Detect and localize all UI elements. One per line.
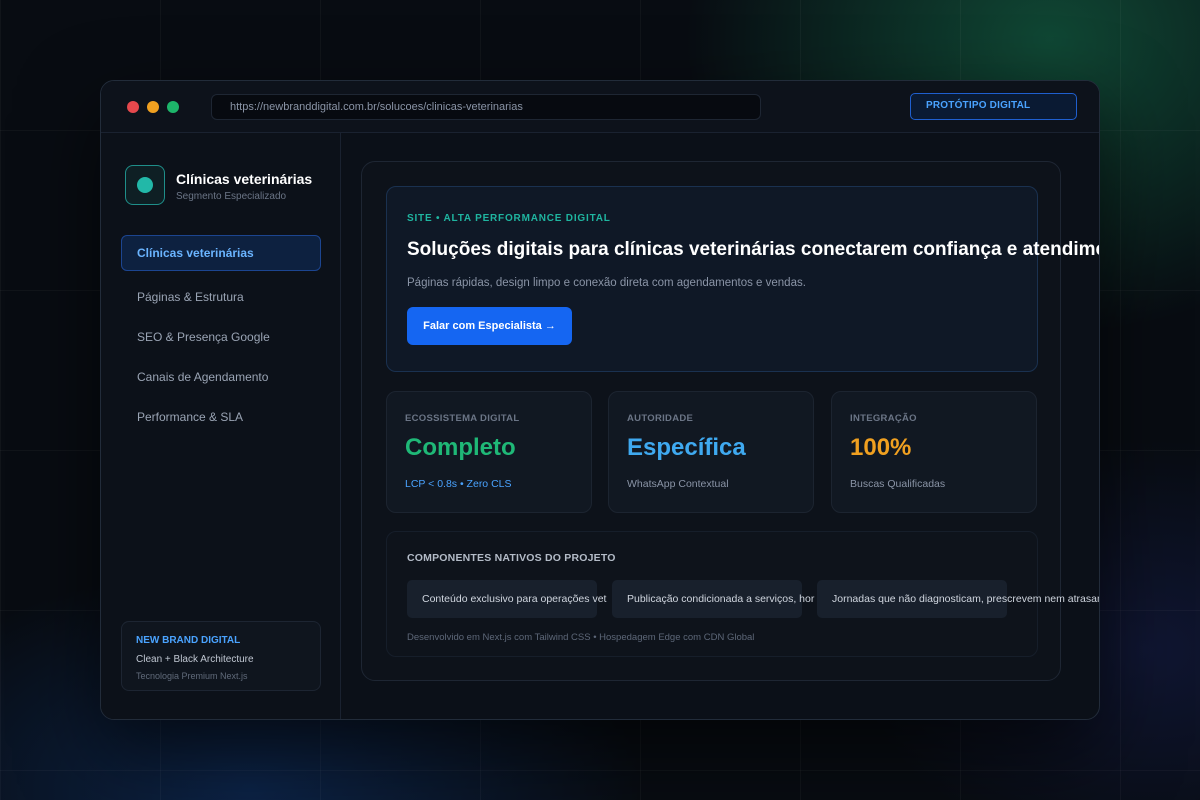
stat-subtext: LCP < 0.8s • Zero CLS: [405, 478, 512, 490]
hero-card: SITE • ALTA PERFORMANCE DIGITAL Soluções…: [386, 186, 1099, 372]
hero-eyebrow: SITE • ALTA PERFORMANCE DIGITAL: [407, 213, 611, 224]
stat-label: INTEGRAÇÃO: [850, 413, 917, 424]
stat-card-integracao: INTEGRAÇÃO 100% Buscas Qualificadas: [831, 391, 1037, 513]
sidebar-item-performance[interactable]: Performance & SLA: [121, 399, 321, 435]
stat-subtext: Buscas Qualificadas: [850, 478, 946, 490]
stat-card-autoridade: AUTORIDADE Específica WhatsApp Contextua…: [608, 391, 814, 513]
browser-window: https://newbranddigital.com.br/solucoes/…: [100, 80, 1100, 720]
brand-subtitle: Segmento Especializado: [176, 191, 287, 202]
stat-value: 100%: [850, 434, 912, 461]
brand-card-line1: Clean + Black Architecture: [136, 654, 254, 665]
brand-info-card: NEW BRAND DIGITAL Clean + Black Architec…: [121, 621, 321, 691]
main-panel: SITE • ALTA PERFORMANCE DIGITAL Soluções…: [361, 161, 1099, 681]
sidebar-item-clinicas[interactable]: Clínicas veterinárias: [121, 235, 321, 271]
tech-footer-note: Desenvolvido em Next.js com Tailwind CSS…: [407, 632, 755, 643]
brand-card-line2: Tecnologia Premium Next.js: [136, 671, 248, 681]
components-section: COMPONENTES NATIVOS DO PROJETO Conteúdo …: [386, 531, 1099, 657]
component-chip: Conteúdo exclusivo para operações vet: [407, 580, 606, 618]
brand-card-title: NEW BRAND DIGITAL: [136, 635, 241, 646]
prototype-badge: PROTÓTIPO DIGITAL: [910, 93, 1077, 120]
browser-titlebar: https://newbranddigital.com.br/solucoes/…: [101, 81, 1099, 133]
hero-title: Soluções digitais para clínicas veteriná…: [407, 239, 1100, 260]
brand-title: Clínicas veterinárias: [176, 171, 313, 187]
close-window-dot[interactable]: [127, 101, 139, 113]
stat-value: Específica: [627, 434, 746, 461]
stat-subtext: WhatsApp Contextual: [627, 478, 729, 490]
contact-specialist-button[interactable]: Falar com Especialista →: [407, 307, 572, 345]
sidebar-item-paginas[interactable]: Páginas & Estrutura: [121, 279, 321, 315]
sidebar-item-agendamento[interactable]: Canais de Agendamento: [121, 359, 321, 395]
stat-label: AUTORIDADE: [627, 413, 694, 424]
components-title: COMPONENTES NATIVOS DO PROJETO: [407, 552, 616, 564]
component-chip: Publicação condicionada a serviços, hor: [612, 580, 814, 618]
maximize-window-dot[interactable]: [167, 101, 179, 113]
minimize-window-dot[interactable]: [147, 101, 159, 113]
stat-label: ECOSSISTEMA DIGITAL: [405, 413, 520, 424]
stat-value: Completo: [405, 434, 516, 461]
hero-description: Páginas rápidas, design limpo e conexão …: [407, 277, 806, 289]
sidebar: Clínicas veterinárias Segmento Especiali…: [101, 133, 341, 719]
address-bar[interactable]: https://newbranddigital.com.br/solucoes/…: [211, 94, 761, 120]
stat-card-ecossistema: ECOSSISTEMA DIGITAL Completo LCP < 0.8s …: [386, 391, 592, 513]
brand-logo-icon: [125, 165, 165, 205]
component-chip: Jornadas que não diagnosticam, prescreve…: [817, 580, 1099, 618]
sidebar-item-seo[interactable]: SEO & Presença Google: [121, 319, 321, 355]
